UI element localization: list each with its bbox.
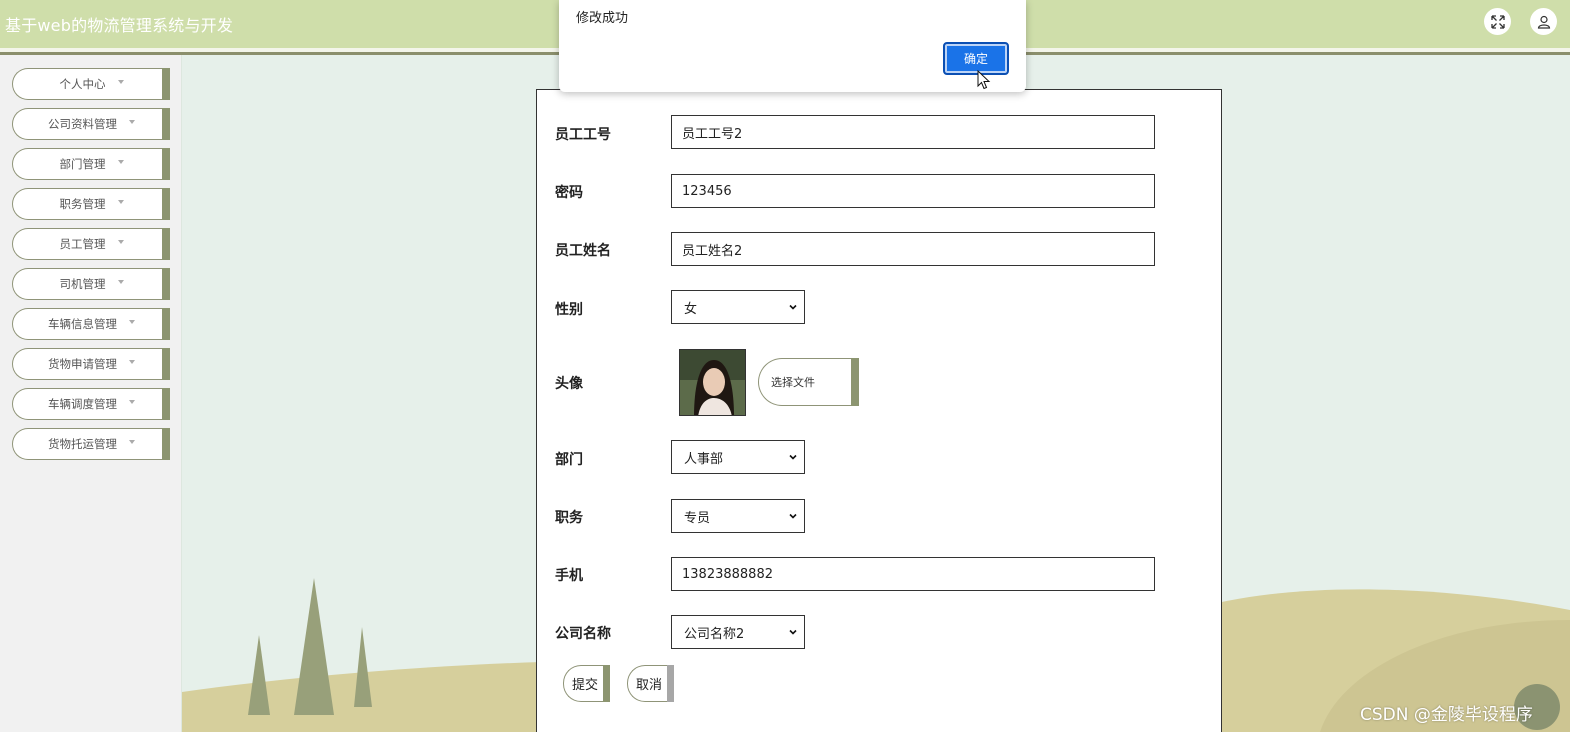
password-input[interactable]: [671, 174, 1155, 208]
watermark-text: CSDN @金陵毕设程序: [1360, 705, 1533, 725]
avatar-image: [679, 349, 746, 416]
caret-down-icon: [129, 320, 135, 324]
chevron-down-icon: [789, 304, 797, 310]
caret-down-icon: [129, 120, 135, 124]
chevron-down-icon: [789, 513, 797, 519]
company-label: 公司名称: [555, 626, 611, 642]
position-label: 职务: [555, 510, 583, 526]
caret-down-icon: [117, 200, 124, 204]
sidebar-item-department[interactable]: 部门管理: [12, 148, 170, 180]
phone-input[interactable]: [671, 557, 1155, 591]
password-label: 密码: [555, 185, 583, 201]
submit-button[interactable]: 提交: [563, 665, 610, 702]
cancel-button[interactable]: 取消: [627, 665, 674, 702]
dialog-ok-label: 确定: [963, 52, 988, 66]
gender-select[interactable]: 女: [671, 290, 805, 324]
submit-label: 提交: [572, 678, 599, 693]
sidebar-item-position[interactable]: 职务管理: [12, 188, 170, 220]
dialog-ok-button[interactable]: 确定: [943, 42, 1009, 75]
avatar-label: 头像: [555, 376, 583, 392]
app-title: 基于web的物流管理系统与开发: [5, 16, 234, 35]
sidebar-item-label: 车辆调度管理: [48, 397, 117, 411]
sidebar-item-label: 部门管理: [59, 157, 106, 171]
sidebar-item-label: 职务管理: [59, 197, 106, 211]
sidebar-item-label: 货物托运管理: [48, 437, 117, 451]
avatar-portrait-icon: [680, 350, 745, 415]
sidebar-item-label: 车辆信息管理: [48, 317, 117, 331]
gender-select-value: 女: [684, 301, 698, 317]
sidebar-item-driver[interactable]: 司机管理: [12, 268, 170, 300]
department-select[interactable]: 人事部: [671, 440, 805, 474]
edit-employee-form: 员工工号 密码 员工姓名 性别 女 头像 选择文件 部门 人事部 职务 专员 手…: [536, 89, 1222, 732]
sidebar-item-label: 公司资料管理: [48, 117, 117, 131]
sidebar-item-label: 个人中心: [59, 77, 106, 91]
sidebar-item-cargo-shipping[interactable]: 货物托运管理: [12, 428, 170, 460]
caret-down-icon: [117, 80, 124, 84]
fullscreen-button[interactable]: [1484, 8, 1511, 35]
choose-file-button[interactable]: 选择文件: [758, 358, 859, 406]
chevron-down-icon: [789, 629, 797, 635]
caret-down-icon: [129, 400, 135, 404]
caret-down-icon: [129, 360, 135, 364]
sidebar-item-vehicle-info[interactable]: 车辆信息管理: [12, 308, 170, 340]
phone-label: 手机: [555, 568, 583, 584]
position-select[interactable]: 专员: [671, 499, 805, 533]
fullscreen-icon: [1490, 14, 1505, 29]
caret-down-icon: [117, 280, 124, 284]
employee-no-input[interactable]: [671, 115, 1155, 149]
sidebar-item-vehicle-dispatch[interactable]: 车辆调度管理: [12, 388, 170, 420]
sidebar-item-label: 员工管理: [59, 237, 106, 251]
user-profile-button[interactable]: [1530, 8, 1557, 35]
alert-dialog: 修改成功 确定: [559, 0, 1026, 92]
cancel-label: 取消: [636, 678, 663, 693]
position-select-value: 专员: [684, 510, 711, 526]
mouse-cursor-icon: [977, 70, 991, 90]
employee-name-label: 员工姓名: [555, 243, 611, 259]
sidebar: 个人中心 公司资料管理 部门管理 职务管理 员工管理 司机管理 车辆信息管理 货…: [0, 55, 182, 732]
employee-no-label: 员工工号: [555, 127, 611, 143]
sidebar-item-label: 司机管理: [59, 277, 106, 291]
sidebar-item-cargo-request[interactable]: 货物申请管理: [12, 348, 170, 380]
company-select[interactable]: 公司名称2: [671, 615, 805, 649]
choose-file-label: 选择文件: [771, 376, 815, 389]
sidebar-item-personal-center[interactable]: 个人中心: [12, 68, 170, 100]
department-select-value: 人事部: [684, 451, 724, 467]
caret-down-icon: [117, 160, 124, 164]
sidebar-item-label: 货物申请管理: [48, 357, 117, 371]
user-icon: [1537, 15, 1550, 29]
employee-name-input[interactable]: [671, 232, 1155, 266]
gender-label: 性别: [555, 302, 583, 318]
caret-down-icon: [117, 240, 124, 244]
chevron-down-icon: [789, 454, 797, 460]
company-select-value: 公司名称2: [684, 626, 745, 642]
department-label: 部门: [555, 452, 583, 468]
background-trees: [248, 578, 372, 715]
sidebar-item-company-info[interactable]: 公司资料管理: [12, 108, 170, 140]
caret-down-icon: [129, 440, 135, 444]
sidebar-item-employee[interactable]: 员工管理: [12, 228, 170, 260]
dialog-message: 修改成功: [576, 11, 629, 26]
